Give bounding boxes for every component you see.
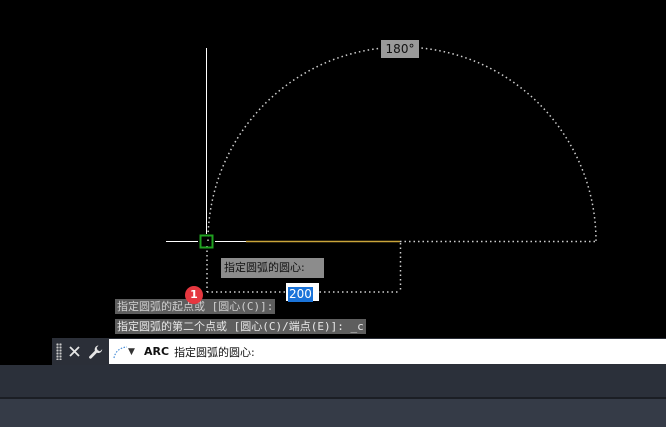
status-bar-upper: [0, 365, 666, 397]
dynamic-input-field[interactable]: 200: [286, 283, 319, 302]
customize-button[interactable]: [86, 341, 106, 363]
close-icon: [68, 346, 80, 357]
command-prompt: 指定圆弧的圆心:: [174, 345, 255, 359]
wrench-icon: [89, 345, 103, 359]
chevron-down-icon: ▼: [128, 346, 135, 357]
dynamic-input-value[interactable]: 200: [288, 287, 313, 302]
recent-commands-button[interactable]: ▼: [112, 342, 138, 362]
osnap-marker: [199, 234, 214, 249]
notification-badge[interactable]: 1: [185, 286, 203, 304]
arc-preview: [207, 46, 597, 242]
command-input[interactable]: ▼ ARC 指定圆弧的圆心:: [109, 339, 666, 364]
command-history-line: 指定圆弧的第二个点或 [圆心(C)/端点(E)]: _c: [115, 319, 366, 334]
status-bar-lower: [0, 399, 666, 427]
command-name: ARC: [144, 345, 170, 358]
command-line-bar: ▼ ARC 指定圆弧的圆心:: [52, 338, 666, 365]
grip-icon[interactable]: [56, 343, 62, 360]
angle-tooltip: 180°: [381, 40, 419, 58]
close-button[interactable]: [64, 341, 84, 363]
dynamic-input-prompt: 指定圆弧的圆心:: [221, 258, 324, 278]
